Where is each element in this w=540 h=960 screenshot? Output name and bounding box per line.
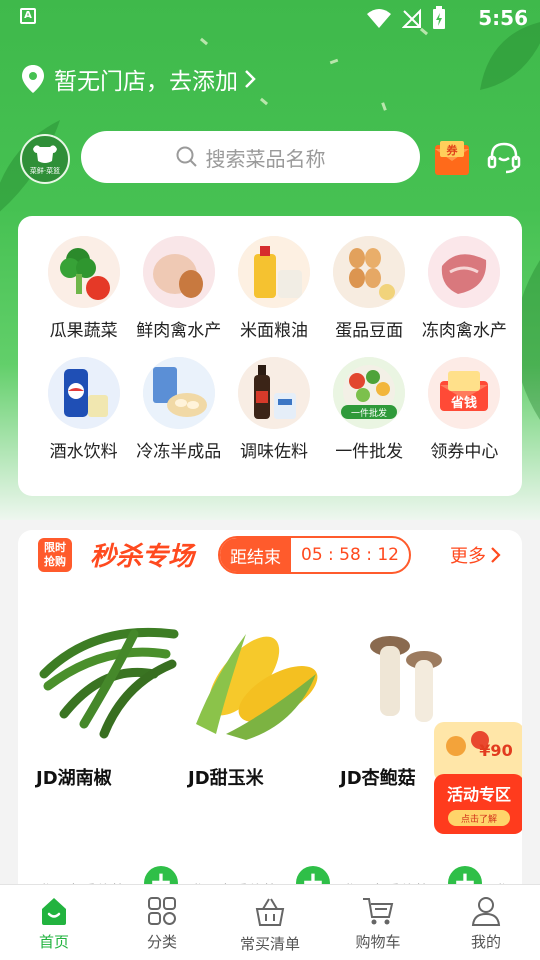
tab-label: 首页 [38,933,69,951]
bottom-tab-bar: 首页 分类 常买清单 购物车 我的 [0,884,540,960]
search-bar[interactable]: 搜索菜品名称 [81,131,420,183]
home-icon [42,898,66,925]
status-bar: A 5:56 [0,0,540,36]
category-label: 鲜肉禽水产 [136,321,222,341]
more-link[interactable]: 更多 [450,542,502,568]
category-rice-oil[interactable]: 米面粮油 [226,236,321,341]
battery-icon [433,6,445,29]
fresh-meat-icon [142,236,215,308]
product-card[interactable]: JD甜玉米 登录查看价格 + [186,614,332,890]
category-wholesale[interactable]: 一件批发 一件批发 [322,357,417,462]
cow-logo-icon [33,144,57,163]
coupon-label: 券 [446,143,459,157]
tab-category[interactable]: 分类 [108,885,216,960]
flash-sale-section: 限时 抢购 秒杀专场 距结束 05 : 58 : 12 更多 JD湖南椒 登录查… [18,530,522,890]
product-name: JD甜玉米 [188,768,264,789]
frozen-food-icon [142,357,215,429]
frozen-meat-icon [428,236,501,308]
activity-amount: ¥90 [479,741,512,760]
wifi-icon [367,9,391,28]
tab-home[interactable]: 首页 [0,885,108,960]
product-name: JD杏鲍菇 [340,768,416,789]
countdown-label: 距结束 [220,538,291,572]
category-label: 一件批发 [335,442,404,462]
category-drinks[interactable]: 酒水饮料 [36,357,131,462]
search-placeholder: 搜索菜品名称 [205,146,326,171]
activity-button: 点击了解 [461,813,497,825]
coupon-center-icon: 省钱 [428,357,501,429]
wholesale-badge-text: 一件批发 [351,407,387,419]
category-frozen-meat[interactable]: 冻肉禽水产 [417,236,512,341]
confetti-decoration [329,58,339,65]
flash-sale-title: 秒杀专场 [90,542,195,572]
coupon-envelope-icon: 券 [435,141,469,175]
category-panel: 瓜果蔬菜 鲜肉禽水产 米面粮油 蛋品豆面 冻肉禽水产 酒水饮料 冷冻半成品 调味… [18,216,522,496]
category-coupon-center[interactable]: 省钱 领券中心 [417,357,512,462]
category-label: 瓜果蔬菜 [49,321,118,341]
store-location-selector[interactable]: 暂无门店，去添加 [22,62,266,96]
tab-label: 我的 [470,933,501,951]
seasoning-icon [237,357,310,429]
logo-text: 菜鲜·菜篮 [29,166,61,175]
category-frozen-food[interactable]: 冷冻半成品 [131,357,226,462]
no-signal-icon [402,8,421,28]
category-label: 米面粮油 [239,321,308,341]
confetti-decoration [259,97,269,106]
app-notification-icon: A [20,8,36,24]
status-icons [366,6,446,30]
more-label: 更多 [450,546,486,567]
search-icon [176,146,197,167]
limited-time-badge: 限时 抢购 [38,538,72,572]
badge-line-1: 限时 [44,541,66,554]
tab-label: 常买清单 [239,935,300,953]
tab-label: 分类 [146,933,177,951]
cart-icon [363,898,394,925]
activity-zone-banner[interactable]: ¥90 活动专区 点击了解 [434,722,522,834]
category-label: 领券中心 [430,442,499,462]
countdown-timer: 距结束 05 : 58 : 12 [218,536,411,574]
tab-cart[interactable]: 购物车 [324,885,432,960]
category-label: 蛋品豆面 [335,321,404,341]
coupon-button[interactable]: 券 [434,141,470,177]
tab-profile[interactable]: 我的 [432,885,540,960]
sweet-corn-image [196,634,318,740]
confetti-decoration [199,37,209,46]
user-icon [471,897,501,926]
activity-title: 活动专区 [447,785,511,804]
rice-oil-icon [237,236,310,308]
category-vegetables[interactable]: 瓜果蔬菜 [36,236,131,341]
category-fresh-meat[interactable]: 鲜肉禽水产 [131,236,226,341]
wholesale-icon: 一件批发 [333,357,406,429]
clock: 5:56 [478,6,528,30]
category-label: 冷冻半成品 [136,442,222,462]
product-list: JD湖南椒 登录查看价格 + JD甜玉米 登录查看价格 + JD杏鲍菇 登录 [34,614,522,890]
location-text: 暂无门店，去添加 [54,69,238,95]
location-pin-icon [22,65,44,93]
category-grid-icon [148,897,176,925]
countdown-value: 05 : 58 : 12 [301,545,399,565]
category-label: 冻肉禽水产 [421,321,507,341]
coupon-center-badge-text: 省钱 [450,395,477,411]
confetti-decoration [381,102,387,111]
product-name: JD湖南椒 [36,768,112,789]
badge-line-2: 抢购 [44,555,66,568]
category-seasoning[interactable]: 调味佐料 [226,357,321,462]
customer-service-button[interactable] [486,140,522,180]
chevron-right-icon [245,70,256,88]
headset-icon [487,142,521,174]
eggs-icon [333,236,406,308]
tab-label: 购物车 [355,933,401,951]
category-label: 酒水饮料 [49,442,118,462]
tab-frequent-list[interactable]: 常买清单 [216,885,324,960]
drinks-icon [47,357,120,429]
basket-icon [255,898,285,926]
vegetables-icon [47,236,120,308]
green-pepper-image [39,627,179,739]
product-card[interactable]: JD湖南椒 登录查看价格 + [34,614,180,890]
category-label: 调味佐料 [239,442,308,462]
category-eggs[interactable]: 蛋品豆面 [322,236,417,341]
chevron-right-icon [491,547,501,563]
activity-banner-graphic: ¥90 活动专区 点击了解 [434,722,522,834]
brand-logo[interactable]: 菜鲜·菜篮 [20,134,70,184]
